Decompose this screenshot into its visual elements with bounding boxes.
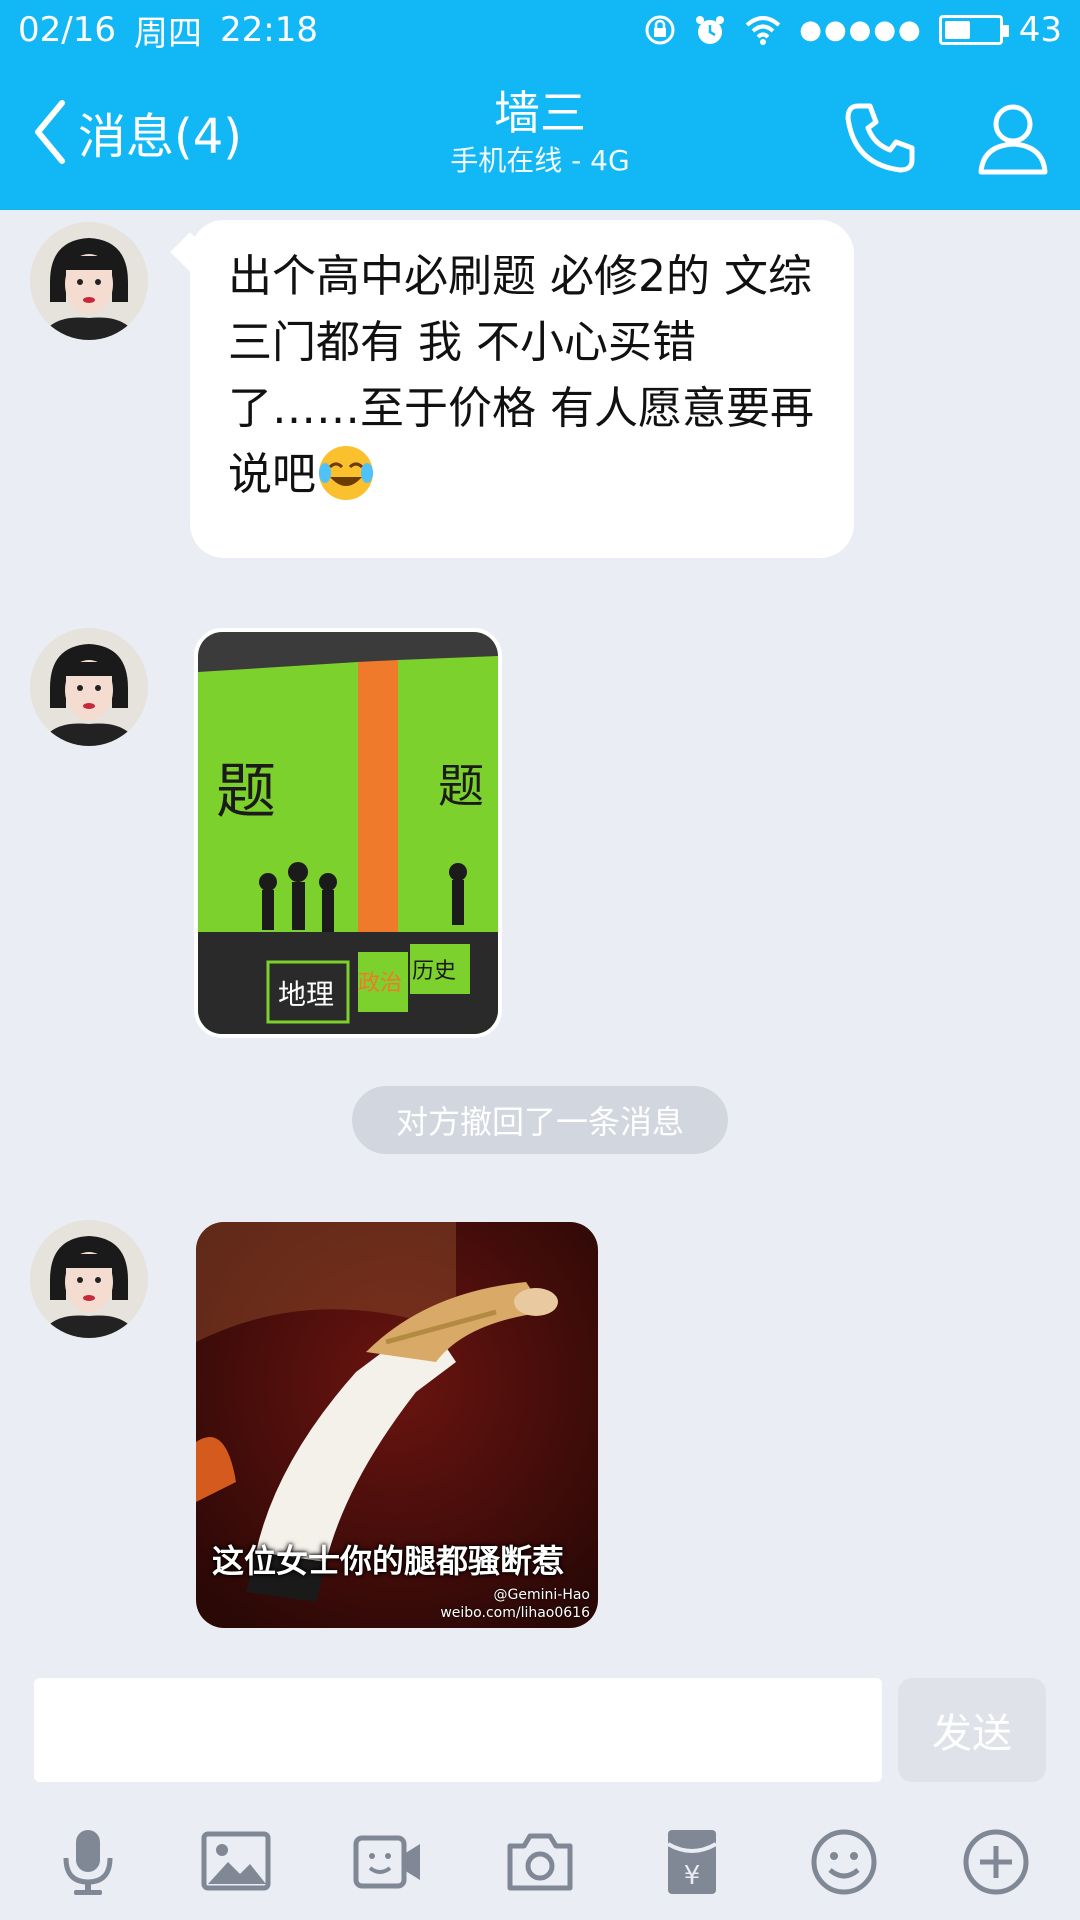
status-weekday: 周四 <box>133 13 202 54</box>
message-text[interactable]: 出个高中必刷题 必修2的 文综三门都有 我 不小心买错了……至于价格 有人愿意要… <box>190 220 854 532</box>
toolbar: ¥ <box>0 1822 1080 1902</box>
image-button[interactable] <box>196 1822 276 1902</box>
cover-text: 题 <box>438 759 484 813</box>
emoji-icon <box>811 1829 877 1895</box>
red-packet-icon: ¥ <box>666 1830 718 1894</box>
video-call-button[interactable] <box>348 1822 428 1902</box>
battery-level: 43 <box>1018 10 1062 50</box>
rotation-lock-icon <box>645 15 675 45</box>
status-time: 22:18 <box>219 10 318 50</box>
voice-button[interactable] <box>48 1822 128 1902</box>
nav-bar: 消息(4) 墙三 手机在线 - 4G <box>0 60 1080 210</box>
image-icon <box>201 1831 271 1891</box>
book-label-history: 历史 <box>412 959 456 984</box>
avatar-image <box>30 1220 148 1338</box>
avatar[interactable] <box>30 1220 148 1338</box>
alarm-icon <box>696 16 725 44</box>
battery-icon <box>938 15 1009 45</box>
input-area: 发送 ¥ <box>0 1652 1080 1920</box>
watermark-url: weibo.com/lihao0616 <box>440 1605 590 1621</box>
camera-icon <box>507 1833 573 1891</box>
message-input[interactable] <box>34 1678 882 1782</box>
call-button[interactable] <box>840 98 920 178</box>
wifi-icon <box>745 16 781 45</box>
camera-button[interactable] <box>500 1822 580 1902</box>
signal-strength: ●●●●● <box>799 15 923 45</box>
top-bar: 02/16 周四 22:18 ●●●●● 43 消息(4) 墙三 手机在线 - … <box>0 0 1080 210</box>
svg-text:¥: ¥ <box>684 1861 701 1891</box>
book-label-geography: 地理 <box>278 978 334 1011</box>
avatar-image <box>30 628 148 746</box>
plus-icon <box>963 1829 1029 1895</box>
video-call-icon <box>353 1835 420 1889</box>
watermark-handle: @Gemini-Hao <box>493 1587 590 1603</box>
status-right: ●●●●● 43 <box>643 10 1062 50</box>
avatar[interactable] <box>30 628 148 746</box>
battery-fill <box>944 21 970 39</box>
emoji-button[interactable] <box>804 1822 884 1902</box>
phone-icon <box>845 103 915 173</box>
person-icon <box>978 104 1048 175</box>
profile-button[interactable] <box>975 100 1051 176</box>
status-left: 02/16 周四 22:18 <box>18 6 318 55</box>
status-date: 02/16 <box>18 10 116 50</box>
send-button[interactable]: 发送 <box>898 1678 1046 1782</box>
image-message-books[interactable]: 题 题 地理 政治 历史 <box>194 628 502 1038</box>
face-with-tears-of-joy-icon <box>319 446 373 500</box>
books-photo: 题 题 地理 政治 历史 <box>198 632 498 1034</box>
recall-notice: 对方撤回了一条消息 <box>352 1086 728 1154</box>
microphone-icon <box>63 1830 113 1895</box>
cover-text: 题 <box>216 757 276 827</box>
more-button[interactable] <box>956 1822 1036 1902</box>
red-packet-button[interactable]: ¥ <box>652 1822 732 1902</box>
book-label-politics: 政治 <box>358 971 402 996</box>
status-bar: 02/16 周四 22:18 ●●●●● 43 <box>0 0 1080 60</box>
message-bubble[interactable]: 出个高中必刷题 必修2的 文综三门都有 我 不小心买错了……至于价格 有人愿意要… <box>190 220 854 558</box>
avatar[interactable] <box>30 222 148 340</box>
watermark: @Gemini-Hao weibo.com/lihao0616 <box>440 1586 590 1622</box>
avatar-image <box>30 222 148 340</box>
meme-caption: 这位女士你的腿都骚断惹 <box>212 1542 565 1580</box>
image-message-meme[interactable]: 这位女士你的腿都骚断惹 @Gemini-Hao weibo.com/lihao0… <box>196 1222 598 1628</box>
